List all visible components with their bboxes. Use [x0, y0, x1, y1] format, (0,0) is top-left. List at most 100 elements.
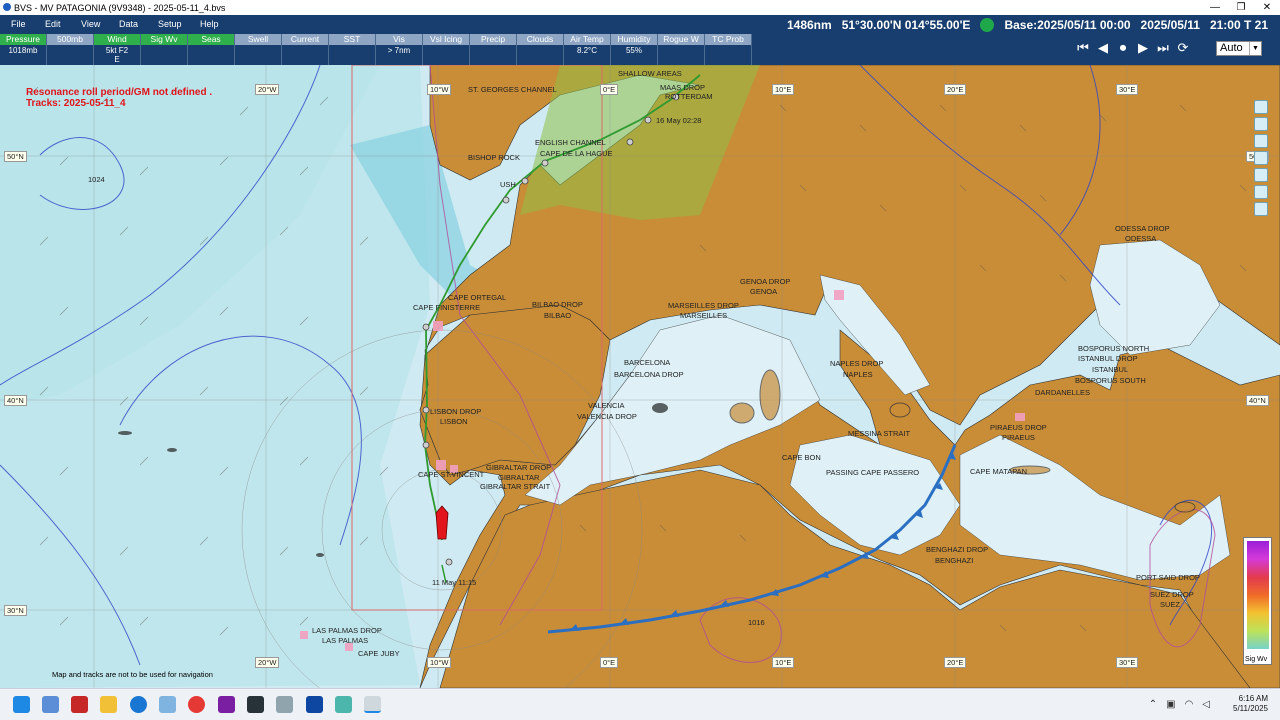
measure-icon[interactable]	[1254, 185, 1268, 199]
warning-text: Resonance roll period/GM not defined . T…	[26, 87, 212, 109]
place-label: ODESSA DROP	[1115, 224, 1170, 233]
layer-label: Precip	[470, 34, 516, 45]
settings-icon[interactable]	[276, 696, 293, 713]
menu-edit[interactable]: Edit	[45, 19, 61, 29]
weather-map[interactable]: Resonance roll period/GM not defined . T…	[0, 65, 1280, 688]
next-frame-icon[interactable]: ▶	[1136, 40, 1150, 56]
settings-icon[interactable]	[1254, 202, 1268, 216]
app-icon[interactable]	[218, 696, 235, 713]
first-frame-icon[interactable]: ⏮	[1076, 40, 1090, 56]
prev-frame-icon[interactable]: ◀	[1096, 40, 1110, 56]
menu-setup[interactable]: Setup	[158, 19, 182, 29]
clock-time: 6:16 AM	[1238, 694, 1268, 703]
pan-icon[interactable]	[1254, 151, 1268, 165]
layer-label: Wind	[94, 34, 140, 45]
lat-label-30n: 30°N	[4, 605, 27, 616]
folder-icon[interactable]	[100, 696, 117, 713]
layer-clouds[interactable]: Clouds	[517, 34, 564, 65]
title-bar: BVS - MV PATAGONIA (9V9348) - 2025-05-11…	[0, 0, 1280, 15]
place-label: DARDANELLES	[1035, 388, 1091, 397]
place-label: SUEZ	[1160, 600, 1181, 609]
route-tool-icon[interactable]	[1254, 168, 1268, 182]
menu-file[interactable]: File	[11, 19, 26, 29]
place-label: SHALLOW AREAS	[618, 69, 682, 78]
layer-sig-wv[interactable]: Sig Wv	[141, 34, 188, 65]
close-button[interactable]: ✕	[1254, 0, 1280, 15]
isobar-label: 1024	[88, 175, 105, 184]
stop-icon[interactable]: ⏺	[1116, 40, 1130, 56]
minimize-button[interactable]: —	[1202, 0, 1228, 15]
layer-air-temp[interactable]: Air Temp 8.2°C	[564, 34, 611, 65]
layer-500mb[interactable]: 500mb	[47, 34, 94, 65]
zoom-in-icon[interactable]	[1254, 117, 1268, 131]
layer-label: Swell	[235, 34, 281, 45]
resonance-warning: Resonance roll period/GM not defined .	[26, 87, 213, 98]
bvs-icon[interactable]	[364, 696, 381, 713]
layer-tc-prob[interactable]: TC Prob	[705, 34, 752, 65]
maximize-button[interactable]: ❐	[1228, 0, 1254, 15]
app-icon[interactable]	[71, 696, 88, 713]
place-label: ST. GEORGES CHANNEL	[468, 85, 557, 94]
volume-icon[interactable]: ◁	[1202, 699, 1210, 710]
legend-gradient	[1247, 541, 1269, 649]
forecast-time: 21:00 T 21	[1209, 17, 1268, 32]
wifi-icon[interactable]: ◠	[1185, 699, 1194, 710]
place-label: BENGHAZI DROP	[926, 545, 989, 554]
layer-vsl-icing[interactable]: Vsl Icing	[423, 34, 470, 65]
refresh-icon[interactable]: ⟳	[1176, 40, 1190, 56]
menu-view[interactable]: View	[81, 19, 100, 29]
zoom-select[interactable]: Auto ▼	[1216, 40, 1262, 56]
layer-seas[interactable]: Seas	[188, 34, 235, 65]
place-label: BENGHAZI	[935, 556, 974, 565]
place-label: ISTANBUL DROP	[1078, 354, 1138, 363]
window-title: BVS - MV PATAGONIA (9V9348) - 2025-05-11…	[14, 2, 226, 13]
layer-pressure[interactable]: Pressure 1018mb	[0, 34, 47, 65]
layer-vis[interactable]: Vis > 7nm	[376, 34, 423, 65]
layer-humidity[interactable]: Humidity 55%	[611, 34, 658, 65]
place-label: LISBON	[440, 417, 468, 426]
layer-rogue-w[interactable]: Rogue W	[658, 34, 705, 65]
zoom-value: Auto	[1220, 41, 1243, 54]
chrome-icon[interactable]	[188, 696, 205, 713]
layer-sst[interactable]: SST	[329, 34, 376, 65]
app-icon[interactable]	[335, 696, 352, 713]
chevron-up-icon[interactable]: ⌃	[1149, 699, 1157, 710]
layer-wind[interactable]: Wind 5kt F2 E	[94, 34, 141, 65]
place-label: GIBRALTAR DROP	[486, 463, 552, 472]
last-frame-icon[interactable]: ⏭	[1156, 40, 1170, 56]
place-label: BOSPORUS SOUTH	[1075, 376, 1146, 385]
outlook-icon[interactable]	[306, 696, 323, 713]
menu-help[interactable]: Help	[200, 19, 219, 29]
place-label: CAPE MATAPAN	[970, 467, 1028, 476]
layer-precip[interactable]: Precip	[470, 34, 517, 65]
zoom-out-icon[interactable]	[1254, 134, 1268, 148]
base-time: Base:2025/05/11 00:00	[1004, 17, 1131, 32]
place-label: LAS PALMAS	[322, 636, 369, 645]
navigation-disclaimer: Map and tracks are not to be used for na…	[52, 670, 213, 679]
search-icon[interactable]	[42, 696, 59, 713]
back-icon[interactable]	[1254, 100, 1268, 114]
lon-label-10e: 10°E	[772, 84, 795, 95]
menu-data[interactable]: Data	[119, 19, 138, 29]
place-label: CAPE ORTEGAL	[448, 293, 507, 302]
network-icon[interactable]: ▣	[1166, 699, 1175, 710]
place-label: ENGLISH CHANNEL	[535, 138, 606, 147]
layer-value: 1018mb	[8, 46, 38, 55]
snipping-icon[interactable]	[159, 696, 176, 713]
layer-value: 55%	[625, 46, 642, 55]
place-label: CAPE DE LA HAGUE	[540, 149, 613, 158]
layer-current[interactable]: Current	[282, 34, 329, 65]
lat-label-50n: 50°N	[4, 151, 27, 162]
layer-label: Air Temp	[564, 34, 610, 45]
clock[interactable]: 6:16 AM 5/11/2025	[1233, 694, 1268, 714]
start-icon[interactable]	[13, 696, 30, 713]
chevron-down-icon: ▼	[1249, 41, 1261, 55]
edge-icon[interactable]	[130, 696, 147, 713]
layer-swell[interactable]: Swell	[235, 34, 282, 65]
place-label: BILBAO DROP	[532, 300, 583, 309]
app-icon[interactable]	[247, 696, 264, 713]
place-label: BILBAO	[544, 311, 572, 320]
layer-value: 8.2°C	[576, 46, 598, 55]
place-label: BOSPORUS NORTH	[1078, 344, 1150, 353]
distance-readout: 1486nm	[786, 17, 832, 32]
